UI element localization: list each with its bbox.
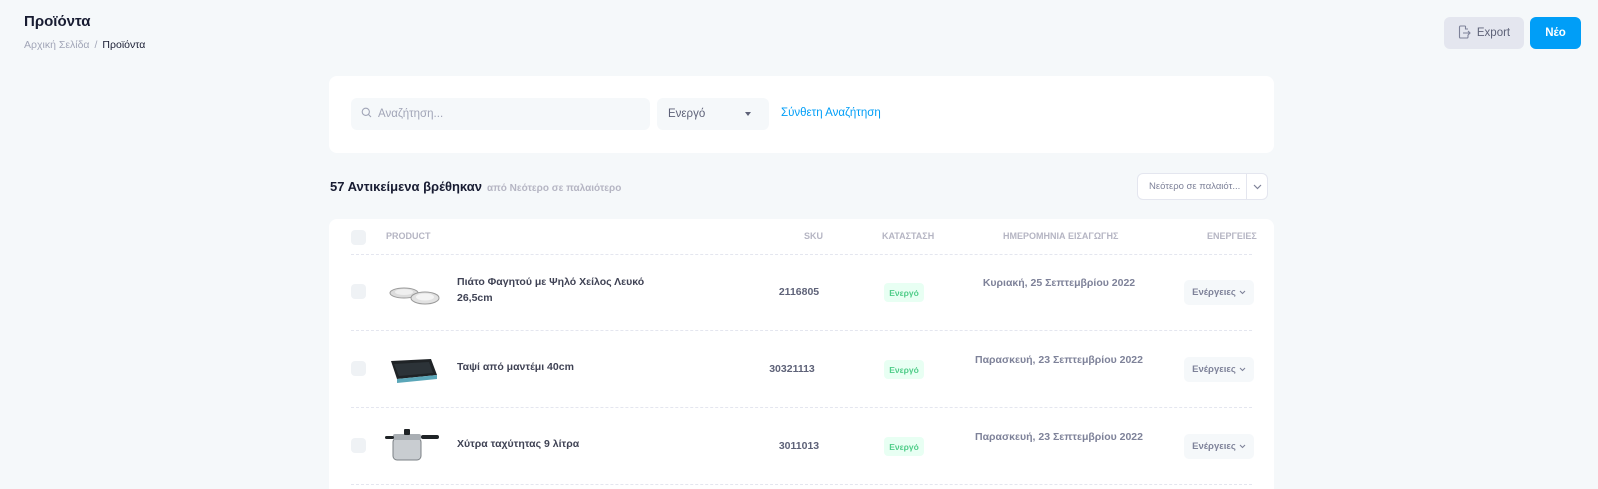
row-actions-label: Ενέργειες	[1192, 441, 1236, 452]
table-row: Πιάτο Φαγητού με Ψηλό Χείλος Λευκό 26,5c…	[329, 254, 1274, 331]
column-header-product[interactable]: PRODUCT	[386, 231, 431, 241]
import-date: Κυριακή, 25 Σεπτεμβρίου 2022	[982, 277, 1136, 289]
product-name[interactable]: Ταψί από μαντέμι 40cm	[457, 359, 657, 375]
search-icon	[361, 107, 372, 121]
status-badge: Ενεργό	[884, 283, 924, 302]
status-badge: Ενεργό	[884, 437, 924, 456]
import-date: Παρασκευή, 23 Σεπτεμβρίου 2022	[974, 354, 1143, 366]
results-heading: 57 Αντικείμενα βρέθηκαν από Νεότερο σε π…	[330, 179, 621, 194]
results-sort-text: από Νεότερο σε παλαιότερο	[486, 183, 622, 194]
product-sku: 30321113	[769, 363, 815, 375]
select-all-checkbox[interactable]	[351, 230, 366, 245]
search-card: Αναζήτηση... Ενεργό Σύνθετη Αναζήτηση	[329, 76, 1274, 153]
import-date: Παρασκευή, 23 Σεπτεμβρίου 2022	[974, 431, 1143, 443]
baking-pan-image[interactable]	[385, 349, 441, 389]
caret-down-icon	[745, 112, 751, 116]
breadcrumb-home[interactable]: Αρχική Σελίδα	[24, 39, 90, 51]
status-badge: Ενεργό	[884, 360, 924, 379]
products-table: PRODUCT SKU ΚΑΤΑΣΤΑΣΗ ΗΜΕΡΟΜΗΝΙΑ ΕΙΣΑΓΩΓ…	[329, 219, 1274, 489]
row-divider	[351, 484, 1252, 485]
chevron-down-icon	[1239, 441, 1246, 452]
row-checkbox[interactable]	[351, 284, 366, 299]
row-actions-button[interactable]: Ενέργειες	[1184, 434, 1254, 459]
row-actions-button[interactable]: Ενέργειες	[1184, 357, 1254, 382]
pressure-cooker-image[interactable]	[385, 424, 441, 464]
chevron-down-icon	[1239, 287, 1246, 298]
breadcrumb-current: Προϊόντα	[102, 39, 146, 51]
status-filter-select[interactable]: Ενεργό	[657, 98, 769, 130]
breadcrumb-separator: /	[94, 39, 98, 51]
results-count: 57 Αντικείμενα βρέθηκαν	[330, 179, 482, 194]
column-header-date[interactable]: ΗΜΕΡΟΜΗΝΙΑ ΕΙΣΑΓΩΓΗΣ	[1003, 231, 1118, 241]
new-button[interactable]: Νέο	[1530, 17, 1581, 49]
export-label: Export	[1476, 27, 1511, 39]
row-checkbox[interactable]	[351, 438, 366, 453]
product-sku: 3011013	[778, 440, 820, 452]
column-header-actions: ΕΝΕΡΓΕΙΕΣ	[1207, 231, 1257, 241]
product-name[interactable]: Χύτρα ταχύτητας 9 λίτρα	[457, 436, 657, 452]
sort-select[interactable]: Νεότερο σε παλαιότ...	[1137, 173, 1268, 200]
column-header-status[interactable]: ΚΑΤΑΣΤΑΣΗ	[882, 231, 934, 241]
chevron-down-icon	[1239, 364, 1246, 375]
sort-select-value: Νεότερο σε παλαιότ...	[1149, 181, 1241, 192]
row-actions-label: Ενέργειες	[1192, 364, 1236, 375]
column-header-sku[interactable]: SKU	[804, 231, 823, 241]
breadcrumb: Αρχική Σελίδα / Προϊόντα	[24, 39, 145, 51]
search-placeholder: Αναζήτηση...	[378, 108, 444, 120]
table-row: Ταψί από μαντέμι 40cm 30321113 Ενεργό Πα…	[329, 331, 1274, 408]
toolbar: Export Νέο	[1444, 17, 1581, 49]
row-actions-label: Ενέργειες	[1192, 287, 1236, 298]
row-checkbox[interactable]	[351, 361, 366, 376]
plate-image[interactable]	[385, 272, 441, 312]
page-header: Προϊόντα Αρχική Σελίδα / Προϊόντα	[24, 13, 145, 51]
search-input[interactable]: Αναζήτηση...	[351, 98, 650, 130]
status-filter-value: Ενεργό	[668, 108, 706, 120]
product-sku: 2116805	[778, 286, 820, 298]
product-name[interactable]: Πιάτο Φαγητού με Ψηλό Χείλος Λευκό 26,5c…	[457, 274, 657, 306]
row-actions-button[interactable]: Ενέργειες	[1184, 280, 1254, 305]
table-row: Χύτρα ταχύτητας 9 λίτρα 3011013 Ενεργό Π…	[329, 408, 1274, 485]
export-button[interactable]: Export	[1444, 17, 1524, 49]
chevron-down-icon[interactable]	[1247, 184, 1267, 190]
advanced-search-link[interactable]: Σύνθετη Αναζήτηση	[781, 107, 881, 119]
page-title: Προϊόντα	[24, 13, 91, 30]
export-icon	[1458, 24, 1471, 42]
